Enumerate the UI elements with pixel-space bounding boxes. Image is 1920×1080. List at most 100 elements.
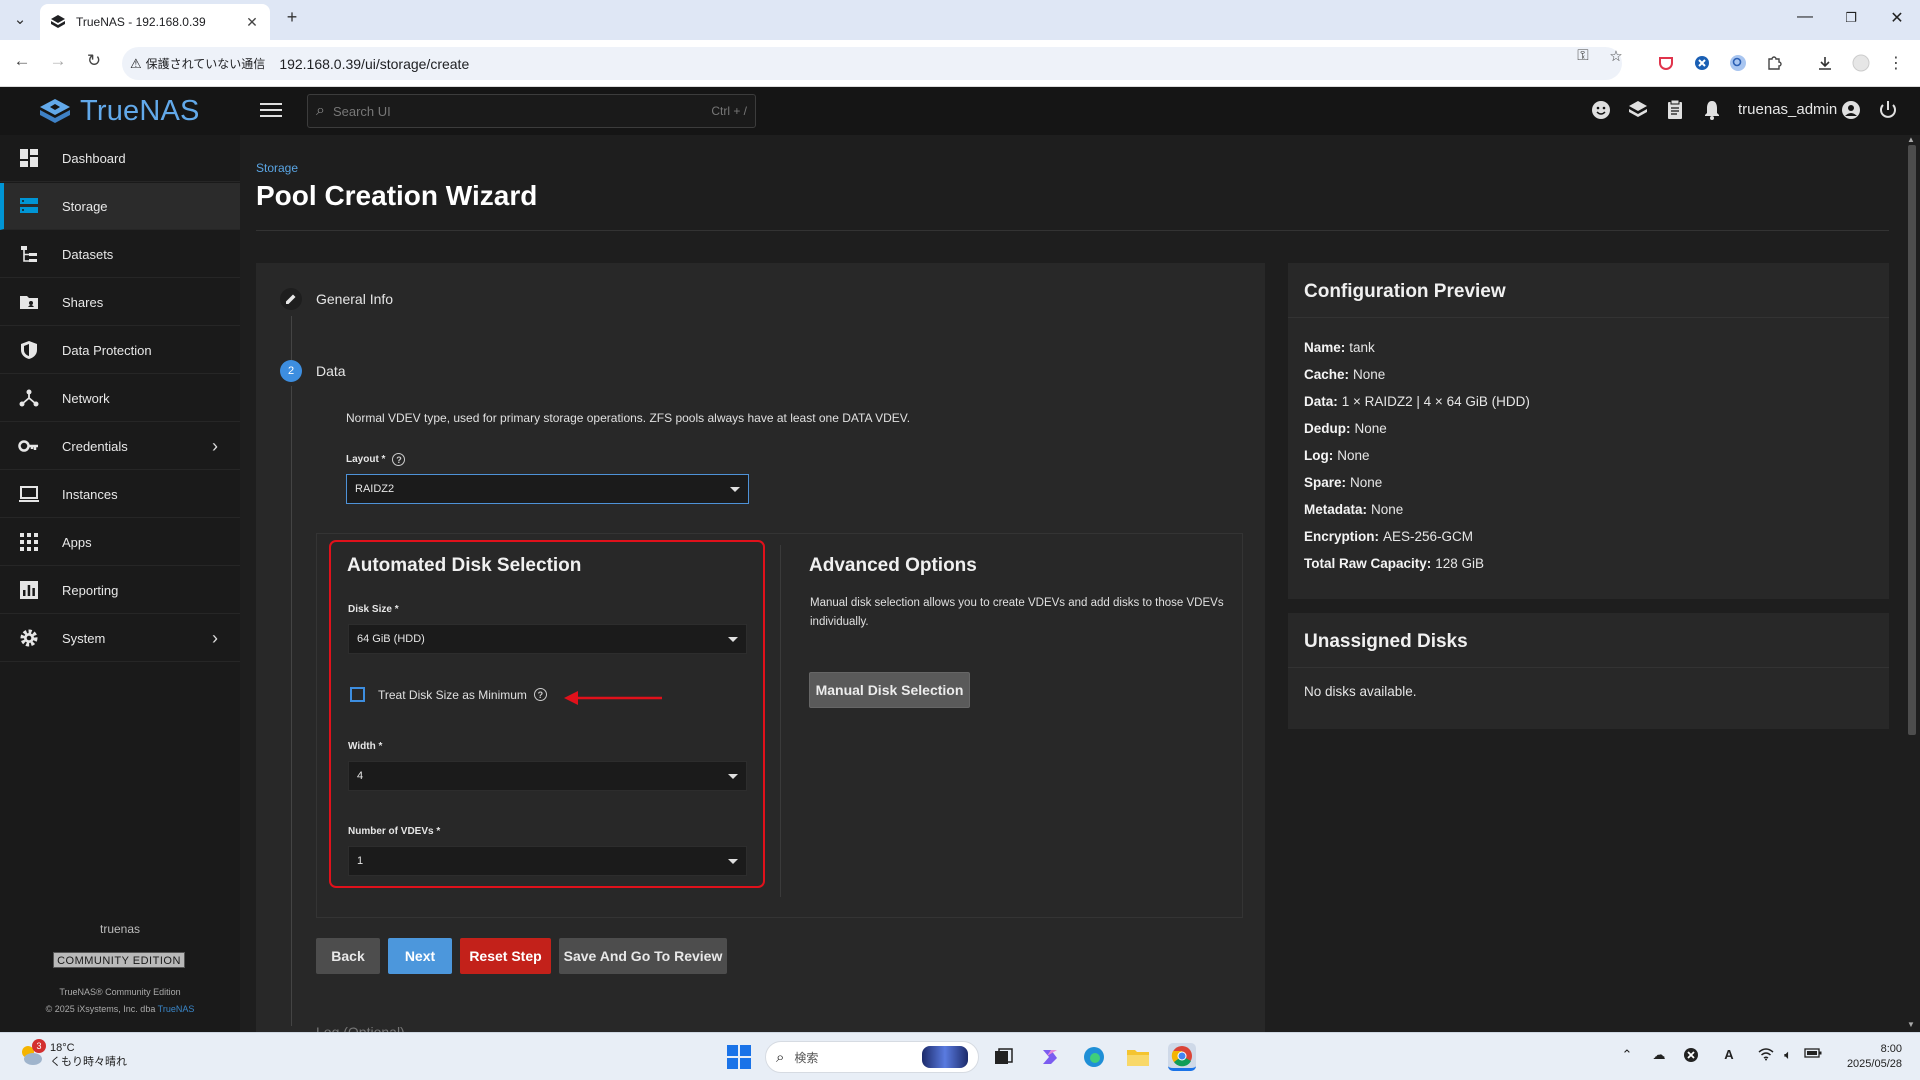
hamburger-menu-icon[interactable] xyxy=(260,99,282,121)
sidebar-item-datasets[interactable]: Datasets xyxy=(0,231,240,278)
network-icon xyxy=(18,387,40,409)
address-bar[interactable]: ⚠ 保護されていない通信 192.168.0.39/ui/storage/cre… xyxy=(122,47,1622,80)
restore-icon[interactable]: ❐ xyxy=(1836,10,1866,26)
sidebar-item-storage[interactable]: Storage xyxy=(0,183,240,230)
disk-size-label: Disk Size * xyxy=(348,604,399,615)
layout-value: RAIDZ2 xyxy=(355,483,395,495)
notifications-bell-icon[interactable] xyxy=(1700,99,1724,123)
truenas-link[interactable]: TrueNAS xyxy=(158,1004,195,1014)
browser-tab[interactable]: TrueNAS - 192.168.0.39 ✕ xyxy=(40,4,270,40)
help-icon[interactable]: ? xyxy=(392,453,406,466)
gear-icon xyxy=(18,627,40,649)
security-warning-chip[interactable]: ⚠ 保護されていない通信 xyxy=(130,55,265,72)
edge-browser-icon[interactable] xyxy=(1080,1043,1108,1071)
tray-overflow-chevron-icon[interactable]: ⌃ xyxy=(1617,1047,1637,1063)
forward-arrow-icon[interactable]: → xyxy=(46,51,70,71)
sidebar-item-data-protection[interactable]: Data Protection xyxy=(0,327,240,374)
sidebar-item-network[interactable]: Network xyxy=(0,375,240,422)
sidebar-item-label: Apps xyxy=(62,534,92,550)
edition-badge: COMMUNITY EDITION xyxy=(53,952,185,968)
breadcrumb-storage[interactable]: Storage xyxy=(256,161,298,175)
treat-disk-size-minimum-label[interactable]: Treat Disk Size as Minimum xyxy=(378,688,527,702)
minimize-icon[interactable]: — xyxy=(1790,8,1820,26)
preview-title: Configuration Preview xyxy=(1304,281,1506,302)
battery-icon[interactable] xyxy=(1803,1047,1823,1062)
copilot-icon[interactable] xyxy=(1036,1043,1064,1071)
manual-disk-selection-button[interactable]: Manual Disk Selection xyxy=(809,672,970,708)
disk-size-select[interactable]: 64 GiB (HDD) xyxy=(348,624,747,654)
next-button[interactable]: Next xyxy=(388,938,452,974)
taskbar-search-input[interactable]: ⌕ 検索 xyxy=(765,1041,979,1073)
dropdown-caret-icon xyxy=(728,858,738,864)
windows-start-icon[interactable] xyxy=(727,1045,751,1069)
volume-icon[interactable]: 🔈︎ xyxy=(1778,1047,1798,1063)
sidebar-item-apps[interactable]: Apps xyxy=(0,519,240,566)
browser-menu-icon[interactable]: ⋮ xyxy=(1886,53,1906,73)
reset-step-button[interactable]: Reset Step xyxy=(460,938,551,974)
extensions-puzzle-icon[interactable] xyxy=(1764,53,1784,73)
window-close-icon[interactable]: ✕ xyxy=(1882,8,1912,28)
sidebar-item-credentials[interactable]: Credentials › xyxy=(0,423,240,470)
tab-close-icon[interactable]: ✕ xyxy=(244,14,260,31)
task-view-icon[interactable] xyxy=(990,1043,1018,1071)
sidebar-item-instances[interactable]: Instances xyxy=(0,471,240,518)
new-tab-icon[interactable]: + xyxy=(282,7,302,28)
layout-select[interactable]: RAIDZ2 xyxy=(346,474,749,504)
ime-indicator-icon[interactable]: A xyxy=(1719,1047,1739,1062)
step-general-info[interactable]: General Info xyxy=(280,288,393,310)
bookmark-star-icon[interactable]: ☆ xyxy=(1605,47,1627,65)
jobs-clipboard-icon[interactable] xyxy=(1663,99,1687,123)
search-ui-input[interactable]: ⌕ Search UI Ctrl + / xyxy=(307,94,756,128)
sidebar-item-reporting[interactable]: Reporting xyxy=(0,567,240,614)
dropdown-caret-icon xyxy=(730,486,740,492)
page-title: Pool Creation Wizard xyxy=(256,180,538,211)
profile-avatar-icon[interactable] xyxy=(1851,53,1871,73)
tab-list-chevron-icon[interactable]: ⌄ xyxy=(10,10,30,28)
treat-disk-size-minimum-checkbox[interactable] xyxy=(350,687,365,702)
extension-blue-icon[interactable] xyxy=(1692,53,1712,73)
pocket-extension-icon[interactable] xyxy=(1656,53,1676,73)
main-scrollbar[interactable]: ▲ ▼ xyxy=(1904,135,1920,1032)
scroll-up-arrow-icon[interactable]: ▲ xyxy=(1907,135,1915,144)
warning-triangle-icon: ⚠ xyxy=(130,55,142,71)
search-placeholder: Search UI xyxy=(332,103,391,119)
browser-tab-bar: ⌄ TrueNAS - 192.168.0.39 ✕ + — ❐ ✕ xyxy=(0,0,1920,40)
reporting-icon xyxy=(18,579,40,601)
step-log-partial[interactable]: Log (Optional) xyxy=(316,1024,405,1032)
weather-widget[interactable]: 3 18°C くもり時々晴れ xyxy=(18,1039,127,1069)
account-circle-icon[interactable] xyxy=(1839,99,1863,123)
hostname: truenas xyxy=(99,922,141,936)
tray-app-x-icon[interactable] xyxy=(1681,1047,1701,1066)
wifi-icon[interactable] xyxy=(1756,1047,1776,1064)
file-explorer-icon[interactable] xyxy=(1124,1043,1152,1071)
help-icon[interactable]: ? xyxy=(533,688,547,701)
feedback-smiley-icon[interactable] xyxy=(1589,99,1613,123)
section-divider xyxy=(780,545,781,897)
step-data[interactable]: 2 Data xyxy=(280,360,346,382)
truecommand-icon[interactable] xyxy=(1626,99,1650,123)
back-button[interactable]: Back xyxy=(316,938,380,974)
username[interactable]: truenas_admin xyxy=(1738,101,1837,118)
sidebar-item-dashboard[interactable]: Dashboard xyxy=(0,135,240,182)
system-clock[interactable]: 8:00 2025/05/28 xyxy=(1838,1042,1902,1072)
extension-search-icon[interactable] xyxy=(1728,53,1748,73)
power-icon[interactable] xyxy=(1876,99,1900,123)
chrome-browser-icon[interactable] xyxy=(1168,1043,1196,1071)
preview-row-data: Data: 1 × RAIDZ2 | 4 × 64 GiB (HDD) xyxy=(1304,394,1530,409)
shield-icon xyxy=(18,339,40,361)
number-of-vdevs-select[interactable]: 1 xyxy=(348,846,747,876)
annotation-arrow-icon xyxy=(564,691,662,705)
save-and-go-to-review-button[interactable]: Save And Go To Review xyxy=(559,938,727,974)
reload-icon[interactable]: ↻ xyxy=(82,51,106,71)
sidebar-item-shares[interactable]: Shares xyxy=(0,279,240,326)
onedrive-cloud-icon[interactable]: ☁ xyxy=(1649,1047,1669,1063)
scroll-down-arrow-icon[interactable]: ▼ xyxy=(1907,1020,1915,1029)
browser-toolbar: ← → ↻ ⚠ 保護されていない通信 192.168.0.39/ui/stora… xyxy=(0,40,1920,87)
width-select[interactable]: 4 xyxy=(348,761,747,791)
password-key-icon[interactable]: ⚿ xyxy=(1572,47,1594,64)
truenas-logo[interactable]: TrueNAS xyxy=(38,95,200,128)
sidebar-item-system[interactable]: System › xyxy=(0,615,240,662)
back-arrow-icon[interactable]: ← xyxy=(10,51,34,71)
scrollbar-thumb[interactable] xyxy=(1908,145,1916,735)
download-icon[interactable] xyxy=(1815,53,1835,73)
